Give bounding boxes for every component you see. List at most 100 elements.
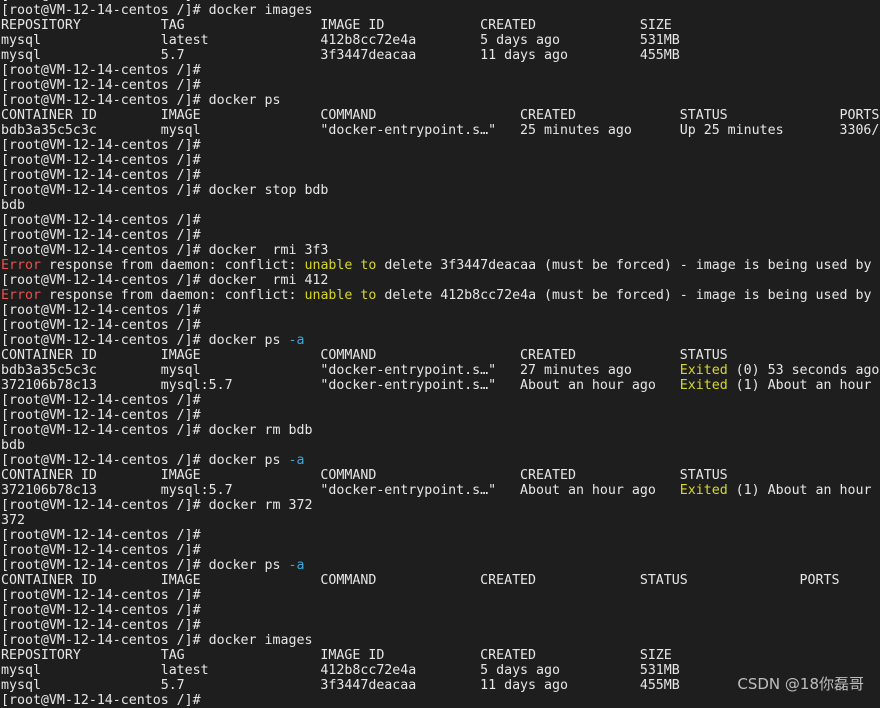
terminal-line-output: 372106b78c13 mysql:5.7 "docker-entrypoin… — [1, 378, 880, 393]
line-text: (1) About an hour — [727, 483, 872, 498]
line-text: CONTAINER ID IMAGE COMMAND CREATED STATU… — [1, 108, 880, 123]
terminal-line-output: mysql latest 412b8cc72e4a 5 days ago 531… — [1, 33, 880, 48]
line-text: [root@VM-12-14-centos /]# docker ps — [1, 558, 289, 573]
warning-text: unable to — [304, 288, 377, 303]
terminal-line-prompt: [root@VM-12-14-centos /]# — [1, 393, 880, 408]
line-text: bdb — [1, 438, 25, 453]
watermark: CSDN @18你磊哥 — [737, 675, 864, 693]
line-text: [root@VM-12-14-centos /]# docker rmi 3f3 — [1, 243, 329, 258]
line-text: bdb3a35c5c3c mysql "docker-entrypoint.s…… — [1, 363, 680, 378]
line-text: bdb3a35c5c3c mysql "docker-entrypoint.s…… — [1, 123, 880, 138]
terminal-line-output: 372 — [1, 513, 880, 528]
terminal-line-prompt: [root@VM-12-14-centos /]# docker rmi 3f3 — [1, 243, 880, 258]
terminal-line-prompt: [root@VM-12-14-centos /]# — [1, 588, 880, 603]
line-text: CONTAINER ID IMAGE COMMAND CREATED STATU… — [1, 468, 728, 483]
line-text: REPOSITORY TAG IMAGE ID CREATED SIZE — [1, 18, 672, 33]
line-text: [root@VM-12-14-centos /]# docker ps — [1, 93, 281, 108]
line-text: [root@VM-12-14-centos /]# — [1, 528, 201, 543]
terminal-line-output: bdb3a35c5c3c mysql "docker-entrypoint.s…… — [1, 123, 880, 138]
terminal-line-prompt: [root@VM-12-14-centos /]# — [1, 168, 880, 183]
line-text: [root@VM-12-14-centos /]# docker rm bdb — [1, 423, 313, 438]
line-text: delete 412b8cc72e4a (must be forced) - i… — [376, 288, 872, 303]
line-text: mysql latest 412b8cc72e4a 5 days ago 531… — [1, 663, 680, 678]
command-flag: -a — [288, 453, 305, 468]
warning-text: unable to — [304, 258, 377, 273]
line-text: [root@VM-12-14-centos /]# docker images — [1, 3, 313, 18]
terminal-line-output: CONTAINER ID IMAGE COMMAND CREATED STATU… — [1, 573, 880, 588]
line-text: bdb — [1, 198, 25, 213]
terminal-line-prompt: [root@VM-12-14-centos /]# docker images — [1, 633, 880, 648]
terminal-line-prompt: [root@VM-12-14-centos /]# docker ps -a — [1, 558, 880, 573]
terminal-line-prompt: [root@VM-12-14-centos /]# docker rm 372 — [1, 498, 880, 513]
line-text: [root@VM-12-14-centos /]# — [1, 303, 201, 318]
line-text: CONTAINER ID IMAGE COMMAND CREATED STATU… — [1, 348, 728, 363]
terminal-line-output: CONTAINER ID IMAGE COMMAND CREATED STATU… — [1, 468, 880, 483]
terminal-line-prompt: [root@VM-12-14-centos /]# — [1, 138, 880, 153]
terminal-line-prompt: [root@VM-12-14-centos /]# — [1, 543, 880, 558]
line-text: 372106b78c13 mysql:5.7 "docker-entrypoin… — [1, 483, 680, 498]
line-text: [root@VM-12-14-centos /]# — [1, 618, 201, 633]
line-text: [root@VM-12-14-centos /]# — [1, 693, 201, 708]
line-text: [root@VM-12-14-centos /]# docker ps — [1, 333, 289, 348]
terminal-line-prompt: [root@VM-12-14-centos /]# docker ps -a — [1, 333, 880, 348]
error-label: Error — [1, 258, 41, 273]
terminal-line-prompt: [root@VM-12-14-centos /]# — [1, 63, 880, 78]
line-text: (1) About an hour — [727, 378, 872, 393]
line-text: 372 — [1, 513, 25, 528]
terminal-line-prompt: [root@VM-12-14-centos /]# — [1, 153, 880, 168]
line-text: [root@VM-12-14-centos /]# — [1, 318, 201, 333]
terminal-line-prompt: [root@VM-12-14-centos /]# — [1, 213, 880, 228]
line-text: response from daemon: conflict: — [40, 288, 305, 303]
terminal-line-prompt: [root@VM-12-14-centos /]# — [1, 603, 880, 618]
terminal-line-prompt: [root@VM-12-14-centos /]# docker ps — [1, 93, 880, 108]
line-text: response from daemon: conflict: — [40, 258, 305, 273]
terminal-line-error: Error response from daemon: conflict: un… — [1, 258, 880, 273]
terminal-line-prompt: [root@VM-12-14-centos /]# — [1, 318, 880, 333]
terminal-output[interactable]: [root@VM-12-14-centos /]#[root@VM-12-14-… — [1, 0, 880, 708]
line-text: [root@VM-12-14-centos /]# docker rm 372 — [1, 498, 313, 513]
terminal-line-output: CONTAINER ID IMAGE COMMAND CREATED STATU… — [1, 108, 880, 123]
line-text: [root@VM-12-14-centos /]# — [1, 408, 201, 423]
terminal-line-output: CONTAINER ID IMAGE COMMAND CREATED STATU… — [1, 348, 880, 363]
terminal-line-prompt: [root@VM-12-14-centos /]# docker ps -a — [1, 453, 880, 468]
line-text: [root@VM-12-14-centos /]# — [1, 588, 201, 603]
terminal-line-output: bdb3a35c5c3c mysql "docker-entrypoint.s…… — [1, 363, 880, 378]
terminal-line-prompt: [root@VM-12-14-centos /]# — [1, 618, 880, 633]
terminal-line-prompt: [root@VM-12-14-centos /]# — [1, 228, 880, 243]
command-flag: -a — [288, 558, 305, 573]
terminal-line-output: 372106b78c13 mysql:5.7 "docker-entrypoin… — [1, 483, 880, 498]
line-text: [root@VM-12-14-centos /]# — [1, 603, 201, 618]
terminal-line-output: mysql 5.7 3f3447deacaa 11 days ago 455MB — [1, 48, 880, 63]
line-text: delete 3f3447deacaa (must be forced) - i… — [376, 258, 872, 273]
line-text: [root@VM-12-14-centos /]# docker images — [1, 633, 313, 648]
line-text: mysql 5.7 3f3447deacaa 11 days ago 455MB — [1, 48, 680, 63]
line-text: [root@VM-12-14-centos /]# — [1, 78, 201, 93]
terminal-line-output: REPOSITORY TAG IMAGE ID CREATED SIZE — [1, 18, 880, 33]
line-text: (0) 53 seconds ago — [727, 363, 880, 378]
status-exited: Exited — [679, 483, 728, 498]
line-text: [root@VM-12-14-centos /]# — [1, 543, 201, 558]
terminal-line-prompt: [root@VM-12-14-centos /]# — [1, 408, 880, 423]
terminal-line-output: REPOSITORY TAG IMAGE ID CREATED SIZE — [1, 648, 880, 663]
line-text: [root@VM-12-14-centos /]# — [1, 63, 201, 78]
line-text: [root@VM-12-14-centos /]# — [1, 213, 201, 228]
status-exited: Exited — [679, 363, 728, 378]
error-label: Error — [1, 288, 41, 303]
line-text: [root@VM-12-14-centos /]# — [1, 138, 201, 153]
line-text: [root@VM-12-14-centos /]# docker rmi 412 — [1, 273, 329, 288]
terminal-line-prompt: [root@VM-12-14-centos /]# — [1, 78, 880, 93]
line-text: REPOSITORY TAG IMAGE ID CREATED SIZE — [1, 648, 672, 663]
terminal-line-error: Error response from daemon: conflict: un… — [1, 288, 880, 303]
line-text: [root@VM-12-14-centos /]# — [1, 153, 201, 168]
line-text: [root@VM-12-14-centos /]# — [1, 228, 201, 243]
line-text: [root@VM-12-14-centos /]# — [1, 393, 201, 408]
line-text: CONTAINER ID IMAGE COMMAND CREATED STATU… — [1, 573, 840, 588]
terminal-line-prompt: [root@VM-12-14-centos /]# — [1, 528, 880, 543]
line-text: [root@VM-12-14-centos /]# — [1, 168, 201, 183]
terminal-line-prompt: [root@VM-12-14-centos /]# docker images — [1, 3, 880, 18]
terminal-line-prompt: [root@VM-12-14-centos /]# docker stop bd… — [1, 183, 880, 198]
terminal-line-prompt: [root@VM-12-14-centos /]# — [1, 693, 880, 708]
line-text: [root@VM-12-14-centos /]# docker ps — [1, 453, 289, 468]
line-text: mysql latest 412b8cc72e4a 5 days ago 531… — [1, 33, 680, 48]
status-exited: Exited — [679, 378, 728, 393]
